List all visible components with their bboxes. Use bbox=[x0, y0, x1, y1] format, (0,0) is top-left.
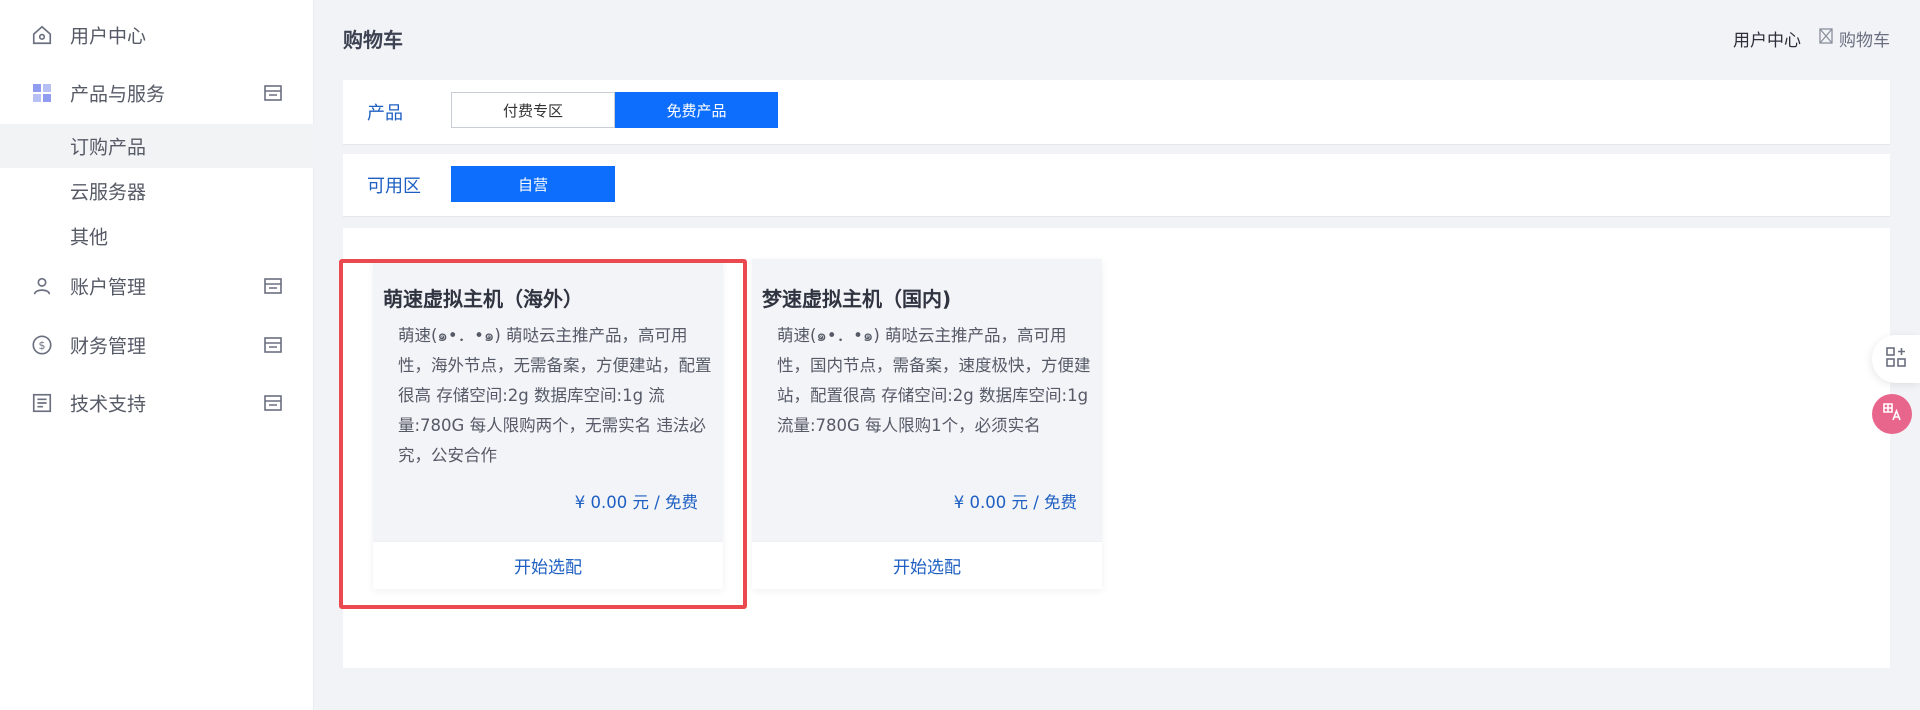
sidebar-item-label: 产品与服务 bbox=[70, 83, 166, 106]
start-configure-button[interactable]: 开始选配 bbox=[752, 541, 1102, 589]
document-list-icon bbox=[30, 391, 54, 415]
store-icon bbox=[262, 334, 284, 356]
product-description: 萌速(๑•．•๑) 萌哒云主推产品，高可用性，国内节点，需备案，速度极快，方便建… bbox=[777, 326, 1091, 435]
dollar-circle-icon: $ bbox=[30, 333, 54, 357]
tab-label: 免费产品 bbox=[666, 101, 727, 120]
sidebar-subitem-cloud-servers[interactable]: 云服务器 bbox=[0, 169, 314, 213]
sidebar-item-label: 财务管理 bbox=[70, 335, 147, 358]
sidebar-item-label: 技术支持 bbox=[70, 393, 147, 416]
product-filter-bar: 产品 付费专区 免费产品 bbox=[343, 80, 1890, 145]
button-label: 开始选配 bbox=[893, 558, 961, 578]
tab-label: 自营 bbox=[517, 175, 548, 194]
top-link-cart[interactable]: 购物车 bbox=[1819, 26, 1890, 51]
top-link-label: 购物车 bbox=[1839, 31, 1890, 51]
self-operated-zone-tab[interactable]: 自营 bbox=[451, 166, 615, 202]
product-filter-label: 产品 bbox=[367, 103, 403, 124]
page-title: 购物车 bbox=[343, 28, 403, 52]
top-link-user-center[interactable]: 用户中心 bbox=[1733, 26, 1801, 51]
svg-text:$: $ bbox=[39, 339, 46, 352]
sidebar-item-label: 账户管理 bbox=[70, 276, 147, 299]
sidebar-item-user-center[interactable]: 用户中心 bbox=[0, 6, 314, 64]
translate-icon bbox=[1880, 400, 1904, 428]
sidebar-item-products-services[interactable]: 产品与服务 bbox=[0, 64, 314, 122]
sidebar-item-account[interactable]: 账户管理 bbox=[0, 257, 314, 315]
product-card: 梦速虚拟主机（国内) 萌速(๑•．•๑) 萌哒云主推产品，高可用性，国内节点，需… bbox=[752, 259, 1102, 589]
product-description: 萌速(๑•．•๑) 萌哒云主推产品，高可用性，海外节点，无需备案，方便建站，配置… bbox=[398, 326, 712, 465]
product-title: 梦速虚拟主机（国内) bbox=[762, 287, 952, 311]
grid-add-icon bbox=[1885, 346, 1907, 372]
start-configure-button[interactable]: 开始选配 bbox=[373, 541, 723, 589]
sidebar-item-tech-support[interactable]: 技术支持 bbox=[0, 374, 314, 432]
sidebar-subitem-label: 其他 bbox=[70, 226, 109, 249]
apps-grid-icon bbox=[30, 81, 54, 105]
sidebar-item-finance[interactable]: $ 财务管理 bbox=[0, 316, 314, 374]
product-card: 萌速虚拟主机（海外） 萌速(๑•．•๑) 萌哒云主推产品，高可用性，海外节点，无… bbox=[373, 259, 723, 589]
zone-filter-bar: 可用区 自营 bbox=[343, 154, 1890, 217]
sidebar-subitem-order-products[interactable]: 订购产品 bbox=[0, 124, 314, 168]
top-links: 用户中心 购物车 bbox=[1733, 26, 1890, 51]
translate-button[interactable] bbox=[1872, 394, 1912, 434]
free-products-tab[interactable]: 免费产品 bbox=[615, 92, 778, 128]
product-title: 萌速虚拟主机（海外） bbox=[383, 287, 583, 311]
button-label: 开始选配 bbox=[514, 558, 582, 578]
top-link-label: 用户中心 bbox=[1733, 31, 1801, 51]
tab-label: 付费专区 bbox=[502, 101, 563, 120]
product-price: ¥ 0.00 元 / 免费 bbox=[953, 493, 1077, 512]
sidebar-subitem-other[interactable]: 其他 bbox=[0, 214, 314, 258]
paid-zone-tab[interactable]: 付费专区 bbox=[451, 92, 615, 128]
store-icon bbox=[262, 82, 284, 104]
sidebar-subitem-label: 订购产品 bbox=[70, 136, 147, 159]
store-icon bbox=[262, 392, 284, 414]
user-icon bbox=[30, 274, 54, 298]
home-icon bbox=[30, 23, 54, 47]
sidebar: 用户中心 产品与服务 订购产品 云服务器 其他 账户管理 $ 财务管理 技术支持 bbox=[0, 0, 314, 710]
product-price: ¥ 0.00 元 / 免费 bbox=[574, 493, 698, 512]
cart-broken-image-icon bbox=[1819, 28, 1833, 49]
sidebar-subitem-label: 云服务器 bbox=[70, 181, 147, 204]
zone-filter-label: 可用区 bbox=[367, 176, 421, 197]
grid-add-button[interactable] bbox=[1872, 335, 1920, 383]
sidebar-item-label: 用户中心 bbox=[70, 25, 147, 48]
store-icon bbox=[262, 275, 284, 297]
